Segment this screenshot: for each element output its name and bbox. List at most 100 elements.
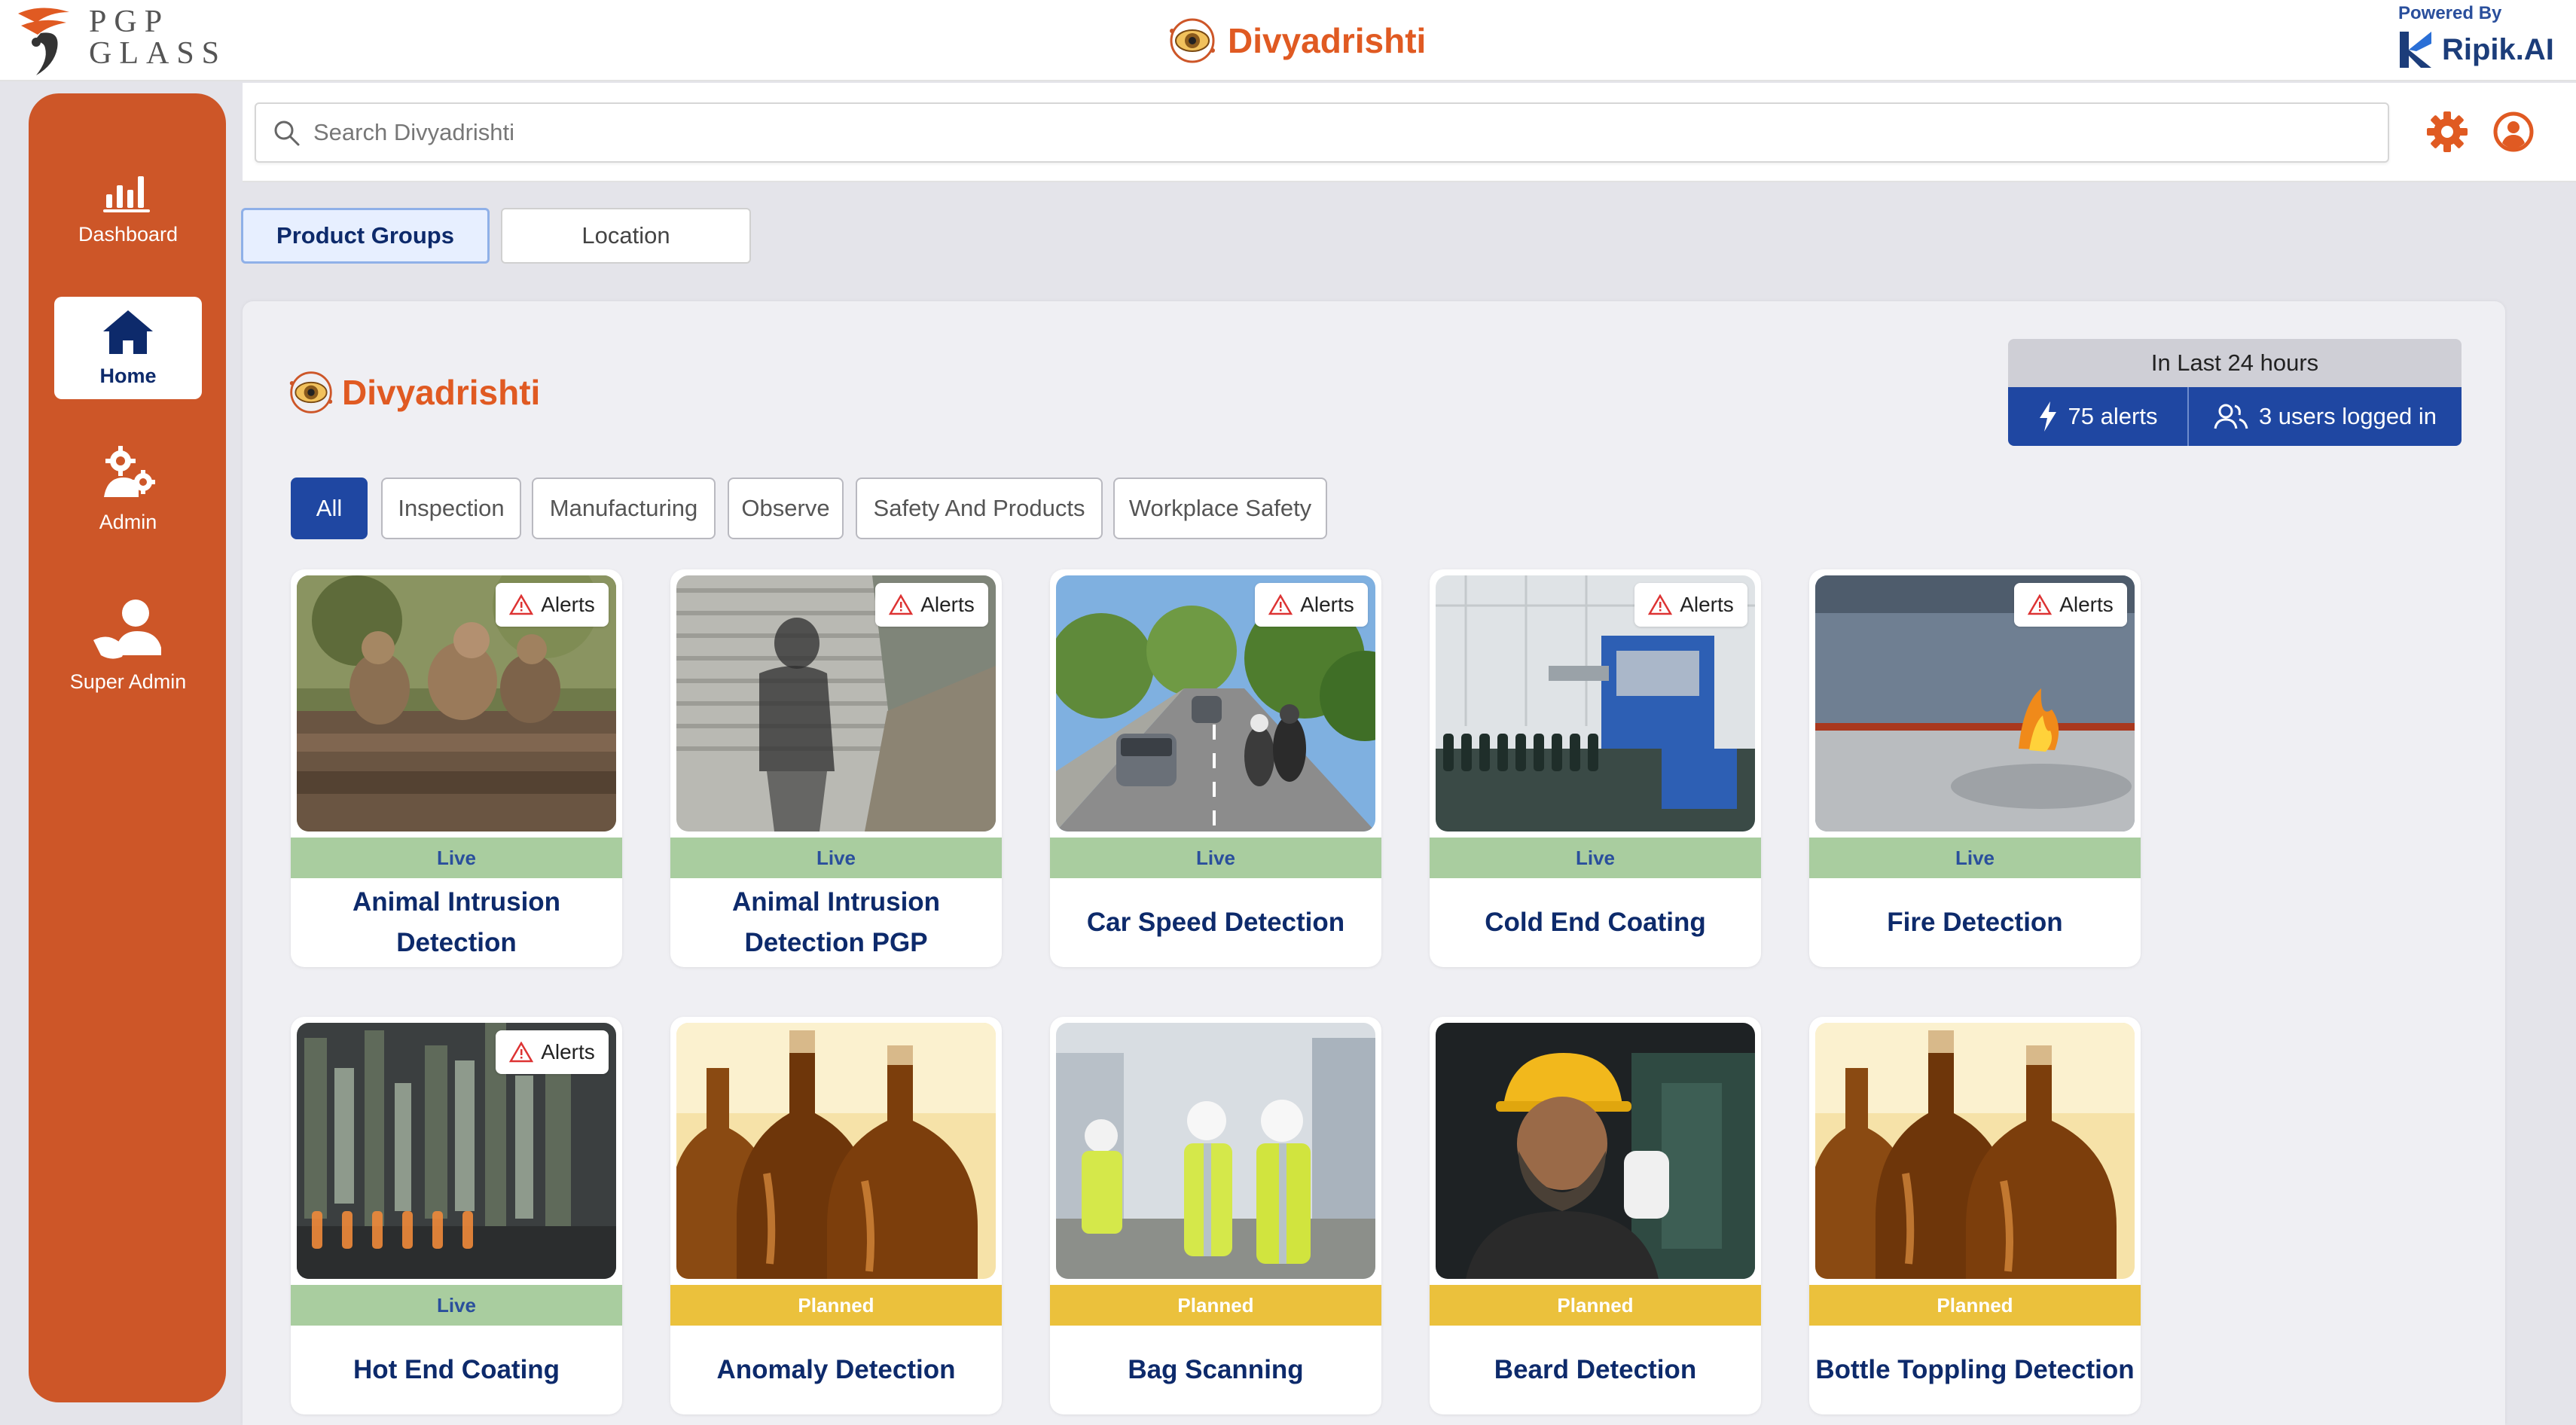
sidebar-item-label: Home: [99, 365, 157, 387]
status-badge: Planned: [1430, 1285, 1761, 1326]
top-header: PGP GLASS Divyadrishti Powered By Ripik.…: [0, 0, 2576, 81]
card-title: Beard Detection: [1494, 1355, 1697, 1384]
warning-triangle-icon: [509, 1042, 534, 1063]
user-account-icon[interactable]: [2492, 110, 2535, 154]
card-image-fire: Alerts: [1815, 575, 2135, 832]
search-icon: [274, 121, 300, 146]
eye-logo-icon: [1170, 18, 1215, 63]
sidebar-item-super-admin[interactable]: Super Admin: [54, 597, 202, 732]
company-logo[interactable]: PGP GLASS: [11, 3, 229, 78]
alerts-badge-label: Alerts: [920, 593, 975, 616]
stats-summary: In Last 24 hours 75 alerts 3 users logge…: [2008, 339, 2462, 446]
sidebar: Dashboard Home Admin Super Admin: [29, 93, 226, 1402]
alerts-count-text: 75 alerts: [2068, 403, 2158, 429]
alerts-badge-label: Alerts: [1300, 593, 1354, 616]
sidebar-item-dashboard[interactable]: Dashboard: [54, 163, 202, 268]
card-title: Anomaly Detection: [716, 1355, 956, 1384]
status-badge: Planned: [670, 1285, 1002, 1326]
alerts-count[interactable]: 75 alerts: [2008, 387, 2189, 446]
sidebar-item-label: Dashboard: [78, 223, 179, 246]
status-badge: Live: [291, 838, 622, 878]
filter-chip-safety-and-products[interactable]: Safety And Products: [856, 478, 1103, 539]
panel-brand: Divyadrishti: [288, 369, 540, 416]
alerts-badge-label: Alerts: [541, 593, 595, 616]
alerts-badge[interactable]: Alerts: [875, 583, 988, 627]
alerts-badge[interactable]: Alerts: [1255, 583, 1368, 627]
card-image-amber-bottles: [1815, 1023, 2135, 1279]
product-card-hot-end-coating[interactable]: Alerts Live Hot End Coating: [291, 1017, 622, 1414]
company-logo-line2: GLASS: [89, 36, 227, 71]
app-title: Divyadrishti: [1228, 21, 1427, 60]
alerts-badge[interactable]: Alerts: [496, 1030, 609, 1074]
ripik-mark-icon: [2400, 32, 2431, 68]
product-card-anomaly-detection[interactable]: Planned Anomaly Detection: [670, 1017, 1002, 1414]
status-badge: Live: [1050, 838, 1381, 878]
ripik-logo: Ripik.AI: [2398, 29, 2554, 71]
powered-by: Powered By Ripik.AI: [2398, 3, 2556, 78]
card-title: Fire Detection: [1887, 908, 2063, 937]
status-badge: Live: [1430, 838, 1761, 878]
card-title: Bottle Toppling Detection: [1815, 1355, 2135, 1384]
card-image-amber-bottles: [676, 1023, 996, 1279]
status-badge: Planned: [1050, 1285, 1381, 1326]
alerts-badge-label: Alerts: [2059, 593, 2114, 616]
admin-gears-icon: [104, 446, 155, 497]
tab-location[interactable]: Location: [501, 208, 751, 264]
filter-chip-all[interactable]: All: [291, 478, 368, 539]
users-logged-in[interactable]: 3 users logged in: [2189, 387, 2462, 446]
users-logged-in-text: 3 users logged in: [2258, 403, 2437, 429]
warning-triangle-icon: [2028, 594, 2053, 615]
warning-triangle-icon: [1648, 594, 1673, 615]
product-card-car-speed[interactable]: Alerts Live Car Speed Detection: [1050, 569, 1381, 967]
settings-gear-icon[interactable]: [2425, 110, 2469, 154]
product-card-bottle-toppling[interactable]: Planned Bottle Toppling Detection: [1809, 1017, 2141, 1414]
stats-heading: In Last 24 hours: [2008, 339, 2462, 387]
search-box: [255, 102, 2389, 163]
card-image-highway: Alerts: [1056, 575, 1375, 832]
bar-chart-icon: [103, 176, 150, 212]
card-title: Animal Intrusion Detection: [352, 887, 561, 957]
card-image-monkeys: Alerts: [297, 575, 616, 832]
product-card-beard-detection[interactable]: Planned Beard Detection: [1430, 1017, 1761, 1414]
panel-brand-title: Divyadrishti: [342, 373, 541, 412]
users-icon: [2214, 404, 2248, 429]
sidebar-item-label: Super Admin: [69, 670, 187, 693]
sidebar-item-home[interactable]: Home: [54, 297, 202, 399]
card-image-bottle-conveyor: Alerts: [1436, 575, 1755, 832]
powered-by-label: Powered By: [2398, 3, 2502, 23]
card-title: Animal Intrusion Detection PGP: [731, 887, 941, 957]
product-groups-panel: Divyadrishti In Last 24 hours 75 alerts …: [243, 301, 2505, 1425]
card-title: Cold End Coating: [1485, 908, 1706, 937]
filter-chip-workplace-safety[interactable]: Workplace Safety: [1113, 478, 1327, 539]
alerts-badge[interactable]: Alerts: [2014, 583, 2127, 627]
eye-logo-icon: [289, 371, 333, 413]
card-title: Bag Scanning: [1128, 1355, 1304, 1384]
sidebar-item-admin[interactable]: Admin: [54, 444, 202, 557]
search-input[interactable]: [313, 104, 2347, 161]
sidebar-item-label: Admin: [99, 511, 157, 533]
tab-product-groups[interactable]: Product Groups: [241, 208, 490, 264]
product-card-animal-intrusion-pgp[interactable]: Alerts Live Animal Intrusion Detection P…: [670, 569, 1002, 967]
alerts-badge[interactable]: Alerts: [1634, 583, 1747, 627]
alerts-badge-label: Alerts: [541, 1040, 595, 1063]
filter-chip-inspection[interactable]: Inspection: [381, 478, 521, 539]
status-badge: Live: [670, 838, 1002, 878]
alerts-badge[interactable]: Alerts: [496, 583, 609, 627]
alerts-badge-label: Alerts: [1680, 593, 1734, 616]
app-brand: Divyadrishti: [1167, 12, 1426, 69]
lightning-bolt-icon: [2039, 401, 2056, 432]
status-badge: Live: [291, 1285, 622, 1326]
company-logo-line1: PGP: [89, 5, 170, 39]
card-image-bearded-worker: [1436, 1023, 1755, 1279]
super-admin-icon: [93, 600, 161, 659]
product-card-fire-detection[interactable]: Alerts Live Fire Detection: [1809, 569, 2141, 967]
warning-triangle-icon: [1268, 594, 1293, 615]
warning-triangle-icon: [509, 594, 534, 615]
filter-chip-observe[interactable]: Observe: [728, 478, 844, 539]
product-card-animal-intrusion[interactable]: Alerts Live Animal Intrusion Detection: [291, 569, 622, 967]
search-bar-row: [243, 83, 2576, 182]
filter-chip-manufacturing[interactable]: Manufacturing: [532, 478, 716, 539]
status-badge: Planned: [1809, 1285, 2141, 1326]
product-card-bag-scanning[interactable]: Planned Bag Scanning: [1050, 1017, 1381, 1414]
product-card-cold-end-coating[interactable]: Alerts Live Cold End Coating: [1430, 569, 1761, 967]
